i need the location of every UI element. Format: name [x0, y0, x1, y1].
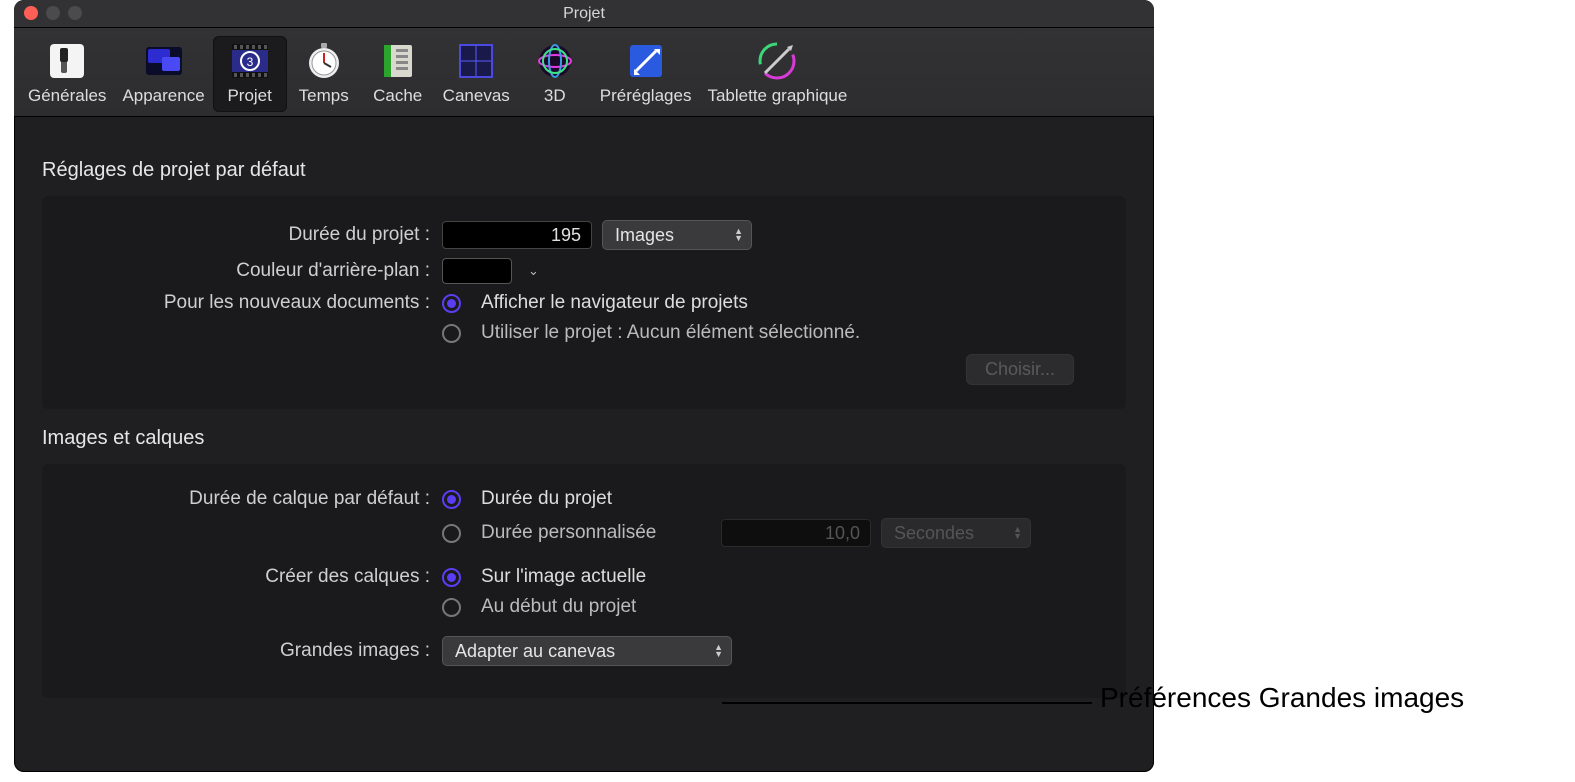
- tab-3d[interactable]: 3D: [518, 36, 592, 112]
- tab-general[interactable]: Générales: [20, 36, 114, 112]
- tab-project[interactable]: 3 Projet: [213, 36, 287, 112]
- zoom-window-button[interactable]: [68, 6, 82, 20]
- custom-duration-value: 10,0: [825, 523, 860, 544]
- layerdur-label: Durée de calque par défaut :: [64, 488, 442, 510]
- tab-tablet[interactable]: Tablette graphique: [699, 36, 855, 112]
- tab-canvas[interactable]: Canevas: [435, 36, 518, 112]
- select-value: Images: [615, 225, 674, 246]
- callout-text: Préférences Grandes images: [1100, 682, 1464, 714]
- tab-appearance[interactable]: Apparence: [114, 36, 212, 112]
- newdoc-option2-label: Utiliser le projet : Aucun élément sélec…: [481, 322, 860, 344]
- stepper-icon: ▲▼: [1013, 526, 1022, 540]
- project-duration-label: Durée du projet :: [64, 224, 442, 246]
- tab-presets[interactable]: Préréglages: [592, 36, 700, 112]
- create-layers-label: Créer des calques :: [64, 566, 442, 588]
- filmstrip-icon: 3: [229, 40, 271, 82]
- content-area: Réglages de projet par défaut Durée du p…: [14, 117, 1154, 722]
- newdoc-option1-label: Afficher le navigateur de projets: [481, 292, 748, 314]
- select-value: Adapter au canevas: [455, 641, 615, 662]
- switch-icon: [46, 40, 88, 82]
- tab-label: Canevas: [443, 86, 510, 106]
- tab-time[interactable]: Temps: [287, 36, 361, 112]
- tab-cache[interactable]: Cache: [361, 36, 435, 112]
- chevron-down-icon[interactable]: ⌄: [528, 263, 539, 279]
- pen-tablet-icon: [756, 40, 798, 82]
- layerdur-radio-project[interactable]: [442, 490, 461, 509]
- window-controls: [24, 6, 82, 20]
- layerdur-radio-custom[interactable]: [442, 524, 461, 543]
- choose-project-button[interactable]: Choisir...: [966, 354, 1074, 385]
- newdoc-radio-useproject[interactable]: [442, 324, 461, 343]
- sphere-3d-icon: [534, 40, 576, 82]
- project-duration-unit-select[interactable]: Images ▲▼: [602, 220, 752, 250]
- panel-project-defaults: Durée du projet : 195 Images ▲▼ Couleur …: [42, 196, 1126, 409]
- section-title-images: Images et calques: [42, 427, 1126, 450]
- tab-label: Temps: [299, 86, 349, 106]
- custom-duration-unit-select: Secondes ▲▼: [881, 518, 1031, 548]
- stepper-icon: ▲▼: [734, 228, 743, 242]
- create-option2-label: Au début du projet: [481, 596, 636, 618]
- project-duration-value: 195: [551, 225, 581, 246]
- callout-line: [722, 702, 1092, 704]
- tab-label: 3D: [544, 86, 566, 106]
- appearance-icon: [143, 40, 185, 82]
- presets-icon: [625, 40, 667, 82]
- svg-text:3: 3: [246, 55, 253, 69]
- tab-label: Tablette graphique: [707, 86, 847, 106]
- panel-images-layers: Durée de calque par défaut : Durée du pr…: [42, 464, 1126, 698]
- memory-icon: [377, 40, 419, 82]
- create-radio-current[interactable]: [442, 568, 461, 587]
- layerdur-option1-label: Durée du projet: [481, 488, 612, 510]
- create-radio-start[interactable]: [442, 598, 461, 617]
- large-images-label: Grandes images :: [64, 640, 442, 662]
- select-value: Secondes: [894, 523, 974, 544]
- canvas-icon: [455, 40, 497, 82]
- layerdur-option2-label: Durée personnalisée: [481, 522, 711, 544]
- minimize-window-button[interactable]: [46, 6, 60, 20]
- bgcolor-label: Couleur d'arrière-plan :: [64, 260, 442, 282]
- tab-label: Projet: [227, 86, 271, 106]
- tab-label: Préréglages: [600, 86, 692, 106]
- window-title: Projet: [563, 5, 605, 23]
- section-title-defaults: Réglages de projet par défaut: [42, 159, 1126, 182]
- stopwatch-icon: [303, 40, 345, 82]
- preferences-toolbar: Générales Apparence 3 Projet Temps Cache: [14, 28, 1154, 117]
- newdoc-radio-browser[interactable]: [442, 294, 461, 313]
- create-option1-label: Sur l'image actuelle: [481, 566, 646, 588]
- bgcolor-well[interactable]: [442, 258, 512, 284]
- stepper-icon: ▲▼: [714, 644, 723, 658]
- tab-label: Cache: [373, 86, 422, 106]
- large-images-select[interactable]: Adapter au canevas ▲▼: [442, 636, 732, 666]
- preferences-window: Projet Générales Apparence 3 Projet Temp…: [14, 0, 1154, 772]
- titlebar: Projet: [14, 0, 1154, 28]
- project-duration-field[interactable]: 195: [442, 221, 592, 249]
- tab-label: Apparence: [122, 86, 204, 106]
- close-window-button[interactable]: [24, 6, 38, 20]
- custom-duration-field: 10,0: [721, 519, 871, 547]
- newdoc-label: Pour les nouveaux documents :: [64, 292, 442, 314]
- tab-label: Générales: [28, 86, 106, 106]
